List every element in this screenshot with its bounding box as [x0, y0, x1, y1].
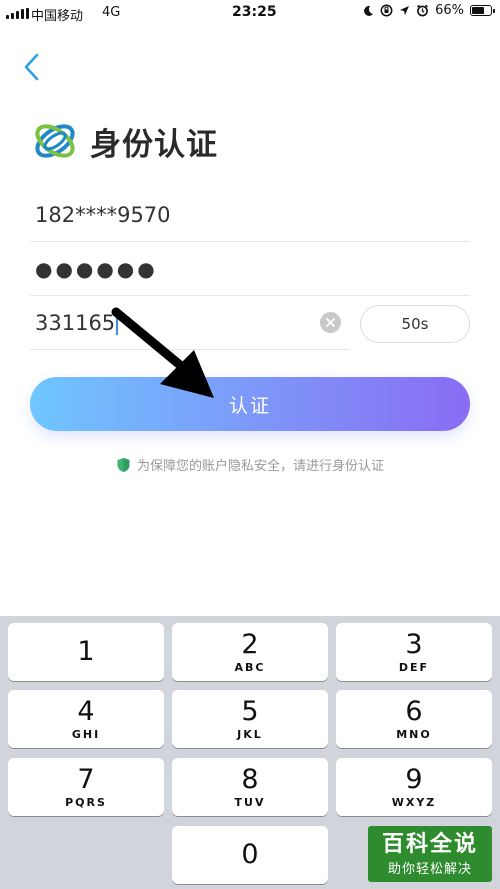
phone-value: 182****9570 — [35, 202, 171, 227]
rotation-lock-icon — [380, 4, 393, 17]
key-digit: 5 — [241, 695, 259, 727]
alarm-icon — [417, 4, 429, 17]
carrier-name: 中国移动 — [31, 9, 84, 24]
resend-countdown-button[interactable]: 50s — [360, 305, 470, 343]
key-6[interactable]: 6 MNO — [336, 690, 492, 748]
key-9[interactable]: 9 WXYZ — [336, 758, 492, 816]
key-5[interactable]: 5 JKL — [172, 690, 328, 748]
key-digit: 4 — [77, 695, 95, 727]
status-icons: 66% — [362, 3, 495, 18]
countdown-label: 50s — [401, 315, 429, 333]
key-letters: ABC — [234, 660, 266, 674]
submit-button[interactable]: 认证 — [30, 377, 470, 431]
key-digit: 7 — [77, 763, 95, 795]
verification-code-field[interactable]: 331165 — [30, 296, 350, 350]
key-letters: JKL — [237, 727, 263, 741]
battery-percent: 66% — [435, 3, 464, 18]
shield-icon — [117, 457, 130, 472]
key-digit: 0 — [241, 839, 259, 870]
moon-icon — [364, 5, 374, 16]
key-letters: GHI — [71, 727, 101, 741]
page-title: 身份认证 — [90, 126, 218, 163]
key-8[interactable]: 8 TUV — [172, 758, 328, 816]
china-mobile-logo — [35, 124, 75, 158]
battery-icon — [470, 5, 495, 16]
clear-icon — [326, 318, 335, 327]
location-icon — [400, 6, 410, 15]
back-button[interactable] — [14, 48, 48, 86]
key-letters: MNO — [396, 727, 432, 741]
key-digit: 2 — [241, 628, 259, 660]
key-digit: 1 — [77, 636, 95, 667]
key-3[interactable]: 3 DEF — [336, 623, 492, 681]
status-time: 23:25 — [232, 4, 277, 20]
chevron-left-icon — [24, 53, 39, 81]
password-field[interactable]: ●●●●●● — [30, 242, 470, 296]
key-4[interactable]: 4 GHI — [8, 690, 164, 748]
key-letters: DEF — [398, 660, 430, 674]
status-bar: 中国移动 4G 23:25 66% — [0, 0, 500, 26]
watermark: 百科全说 助你轻松解决 — [368, 826, 492, 882]
password-value: ●●●●●● — [35, 256, 158, 281]
security-notice-text: 为保障您的账户隐私安全，请进行身份认证 — [136, 459, 384, 474]
clear-button[interactable] — [320, 312, 341, 333]
watermark-title: 百科全说 — [381, 831, 478, 857]
submit-label: 认证 — [228, 394, 271, 417]
page-header: 身份认证 — [32, 118, 218, 164]
verification-code-value: 331165 — [35, 310, 116, 335]
key-0[interactable]: 0 — [172, 826, 328, 884]
key-7[interactable]: 7 PQRS — [8, 758, 164, 816]
phone-field[interactable]: 182****9570 — [30, 188, 470, 242]
network-type: 4G — [102, 5, 121, 20]
battery-fill — [472, 7, 484, 14]
key-digit: 9 — [405, 763, 423, 795]
signal-icon — [6, 8, 29, 19]
key-letters: TUV — [234, 795, 266, 809]
watermark-subtitle: 助你轻松解决 — [387, 861, 472, 877]
key-letters: WXYZ — [391, 795, 437, 809]
key-digit: 6 — [405, 695, 423, 727]
text-cursor — [116, 310, 119, 335]
key-digit: 3 — [405, 628, 423, 660]
key-digit: 8 — [241, 763, 259, 795]
key-2[interactable]: 2 ABC — [172, 623, 328, 681]
key-letters: PQRS — [65, 795, 107, 809]
key-1[interactable]: 1 — [8, 623, 164, 681]
security-notice: 为保障您的账户隐私安全，请进行身份认证 — [0, 455, 500, 474]
